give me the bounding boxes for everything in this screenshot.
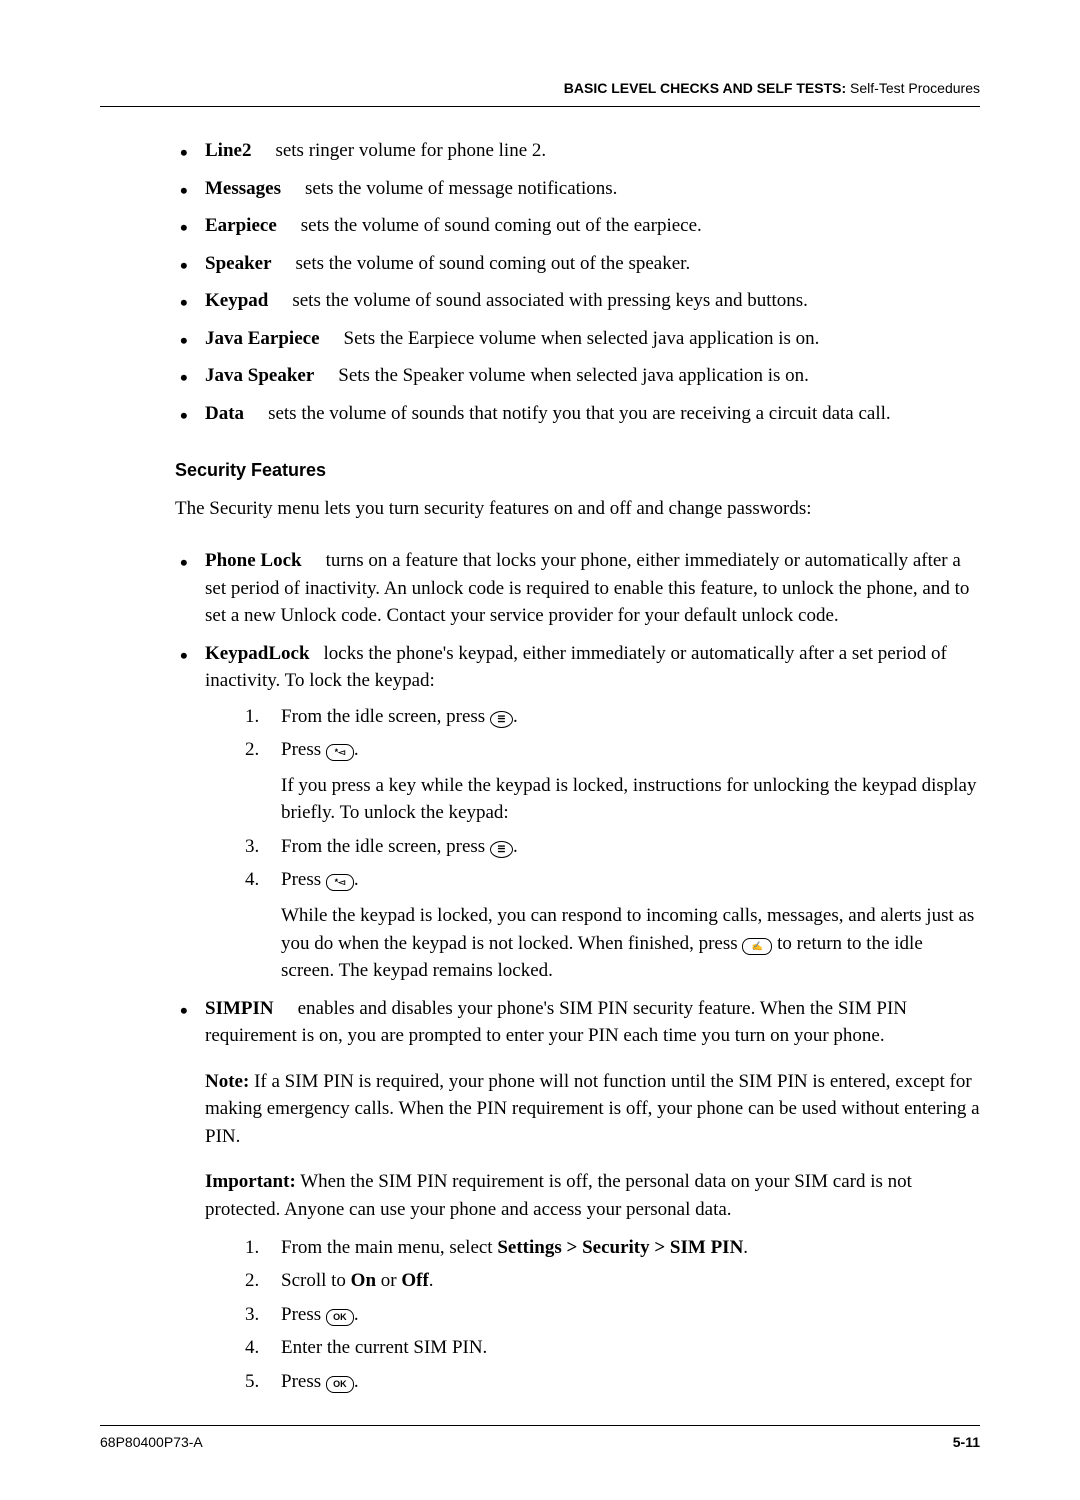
menu-key-icon: ☰ xyxy=(490,841,513,858)
step: 4. Enter the current SIM PIN. xyxy=(245,1334,980,1362)
term: Keypad xyxy=(205,290,268,311)
term: Line2 xyxy=(205,140,251,161)
menu-key-icon: ☰ xyxy=(490,711,513,728)
header-light: Self-Test Procedures xyxy=(850,80,980,96)
page-content: Line2 sets ringer volume for phone line 2… xyxy=(100,137,980,1395)
desc: Sets the Earpiece volume when selected j… xyxy=(344,328,820,349)
text: . xyxy=(354,1304,359,1325)
list-item: Messages sets the volume of message notif… xyxy=(175,175,980,203)
step: 1. From the main menu, select Settings >… xyxy=(245,1234,980,1262)
step: 3. Press OK. xyxy=(245,1301,980,1329)
note-text: If a SIM PIN is required, your phone wil… xyxy=(205,1071,980,1147)
text: Enter the current SIM PIN. xyxy=(281,1337,487,1358)
keypad-lock-steps: 1. From the idle screen, press ☰. 2. Pre… xyxy=(205,703,980,985)
term: Earpiece xyxy=(205,215,277,236)
text: . xyxy=(513,836,518,857)
desc: enables and disables your phone's SIM PI… xyxy=(205,998,907,1047)
header-bold: BASIC LEVEL CHECKS AND SELF TESTS: xyxy=(564,80,850,96)
list-item: Data sets the volume of sounds that notif… xyxy=(175,400,980,428)
desc: sets the volume of message notifications… xyxy=(305,178,617,199)
text: From the idle screen, press xyxy=(281,706,490,727)
ok-key-icon: OK xyxy=(326,1376,354,1393)
important-text: When the SIM PIN requirement is off, the… xyxy=(205,1171,912,1220)
step: 2. Scroll to On or Off. xyxy=(245,1267,980,1295)
note-text: While the keypad is locked, you can resp… xyxy=(281,902,980,985)
step: 1. From the idle screen, press ☰. xyxy=(245,703,980,731)
note-label: Note: xyxy=(205,1071,249,1092)
term: Speaker xyxy=(205,253,272,274)
desc: sets ringer volume for phone line 2. xyxy=(275,140,546,161)
sim-pin-steps: 1. From the main menu, select Settings >… xyxy=(205,1234,980,1396)
term: Java Earpiece xyxy=(205,328,320,349)
text: Scroll to xyxy=(281,1270,351,1291)
desc: sets the volume of sound coming out of t… xyxy=(296,253,691,274)
footer-page-number: 5-11 xyxy=(953,1434,980,1450)
step: 5. Press OK. xyxy=(245,1368,980,1396)
text: . xyxy=(513,706,518,727)
list-item-keypad-lock: KeypadLocklocks the phone's keypad, eith… xyxy=(175,640,980,985)
step: 4. Press *◅. While the keypad is locked,… xyxy=(245,866,980,984)
important-block: Important: When the SIM PIN requirement … xyxy=(205,1168,980,1223)
text: Press xyxy=(281,739,326,760)
term: Phone Lock xyxy=(205,550,302,571)
list-item: Speaker sets the volume of sound coming o… xyxy=(175,250,980,278)
term: KeypadLock xyxy=(205,643,310,664)
term: Java Speaker xyxy=(205,365,314,386)
desc: sets the volume of sounds that notify yo… xyxy=(268,403,891,424)
step: 2. Press *◅. If you press a key while th… xyxy=(245,736,980,827)
text: . xyxy=(354,1371,359,1392)
term: Data xyxy=(205,403,244,424)
text: Press xyxy=(281,869,326,890)
step: 3. From the idle screen, press ☰. xyxy=(245,833,980,861)
important-label: Important: xyxy=(205,1171,296,1192)
page-header: BASIC LEVEL CHECKS AND SELF TESTS: Self-… xyxy=(100,80,980,107)
text: Press xyxy=(281,1304,326,1325)
list-item: Java Speaker Sets the Speaker volume when… xyxy=(175,362,980,390)
ok-key-icon: OK xyxy=(326,1309,354,1326)
term: Messages xyxy=(205,178,281,199)
end-key-icon: ✍ xyxy=(742,938,772,955)
text: . xyxy=(743,1237,748,1258)
desc: Sets the Speaker volume when selected ja… xyxy=(338,365,809,386)
menu-path: Settings > Security > SIM PIN xyxy=(497,1237,743,1258)
desc: sets the volume of sound associated with… xyxy=(292,290,808,311)
security-features-list: Phone Lockturns on a feature that locks … xyxy=(175,547,980,1395)
section-heading-security-features: Security Features xyxy=(175,457,980,483)
list-item-sim-pin: SIMPINenables and disables your phone's … xyxy=(175,995,980,1396)
term: SIMPIN xyxy=(205,998,274,1019)
volume-settings-list: Line2 sets ringer volume for phone line 2… xyxy=(175,137,980,427)
page-footer: 68P80400P73-A 5-11 xyxy=(100,1425,980,1450)
text: . xyxy=(354,869,359,890)
security-intro: The Security menu lets you turn security… xyxy=(175,495,980,523)
list-item: Line2 sets ringer volume for phone line 2… xyxy=(175,137,980,165)
text: Press xyxy=(281,1371,326,1392)
list-item: Earpiece sets the volume of sound coming … xyxy=(175,212,980,240)
document-page: BASIC LEVEL CHECKS AND SELF TESTS: Self-… xyxy=(0,0,1080,1500)
note-block: Note: If a SIM PIN is required, your pho… xyxy=(205,1068,980,1151)
list-item: Java Earpiece Sets the Earpiece volume wh… xyxy=(175,325,980,353)
desc: locks the phone's keypad, either immedia… xyxy=(205,643,947,692)
list-item: Keypad sets the volume of sound associate… xyxy=(175,287,980,315)
note-text: If you press a key while the keypad is l… xyxy=(281,772,980,827)
footer-doc-number: 68P80400P73-A xyxy=(100,1434,203,1450)
star-key-icon: *◅ xyxy=(326,744,354,761)
text: From the idle screen, press xyxy=(281,836,490,857)
text: From the main menu, select xyxy=(281,1237,497,1258)
desc: turns on a feature that locks your phone… xyxy=(205,550,969,626)
list-item-phone-lock: Phone Lockturns on a feature that locks … xyxy=(175,547,980,630)
star-key-icon: *◅ xyxy=(326,874,354,891)
desc: sets the volume of sound coming out of t… xyxy=(301,215,702,236)
text: . xyxy=(354,739,359,760)
